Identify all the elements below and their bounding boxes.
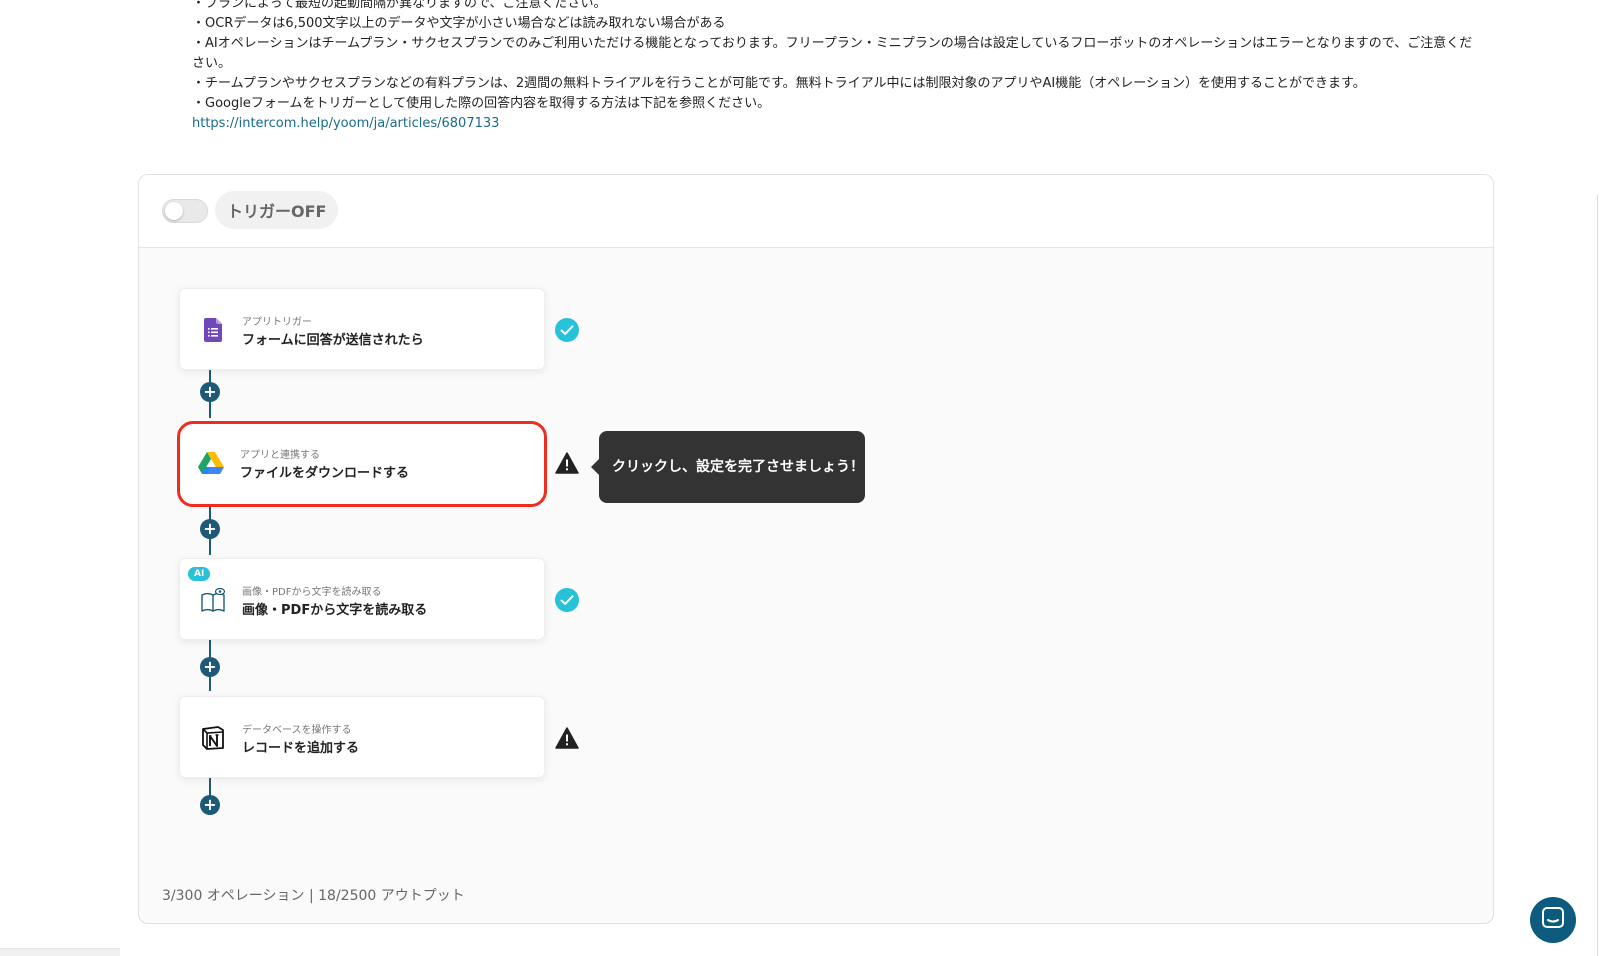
step-category: アプリと連携する: [240, 450, 320, 461]
add-step-button[interactable]: +: [200, 519, 220, 539]
check-icon: [555, 588, 579, 612]
note-line: ・OCRデータは6,500文字以上のデータや文字が小さい場合などは読み取れない場…: [192, 16, 726, 31]
google-forms-icon: [200, 317, 226, 343]
notion-icon: [200, 725, 226, 751]
check-icon: [555, 318, 579, 342]
trigger-status-pill: トリガーOFF: [215, 191, 339, 229]
add-step-button[interactable]: +: [200, 382, 220, 402]
note-line: ・AIオペレーションはチームプラン・サクセスプランでのみご利用いただける機能とな…: [192, 36, 1473, 71]
step-title: フォームに回答が送信されたら: [242, 333, 424, 348]
add-step-button[interactable]: +: [200, 795, 220, 815]
step-title: 画像・PDFから文字を読み取る: [242, 603, 428, 618]
step-category: データベースを操作する: [242, 725, 352, 736]
usage-summary: 3/300 オペレーション | 18/2500 アウトプット: [162, 888, 465, 904]
note-line: ・プランによって最短の起動間隔が異なりますので、ご注意ください。: [192, 0, 607, 11]
google-drive-icon: [198, 450, 224, 476]
note-line: ・チームプランやサクセスプランなどの有料プランは、2週間の無料トライアルを行うこ…: [192, 76, 1366, 91]
bottom-panel-edge: [0, 948, 120, 956]
chat-icon: [1542, 907, 1564, 933]
trigger-toggle[interactable]: [162, 199, 208, 223]
panel-header: トリガーOFF: [139, 175, 1493, 248]
flow-step-download-file[interactable]: アプリと連携する ファイルをダウンロードする: [177, 421, 547, 507]
warning-icon: [555, 727, 579, 751]
step-category: アプリトリガー: [242, 317, 312, 328]
notes-section: ・プランによって最短の起動間隔が異なりますので、ご注意ください。 ・OCRデータ…: [192, 0, 1482, 134]
add-step-button[interactable]: +: [200, 657, 220, 677]
help-link[interactable]: https://intercom.help/yoom/ja/articles/6…: [192, 114, 499, 134]
warning-icon: [555, 452, 579, 476]
ai-badge: AI: [188, 567, 211, 581]
scrollbar-track[interactable]: [1597, 195, 1598, 956]
trigger-status-label: トリガーOFF: [227, 202, 327, 221]
step-category: 画像・PDFから文字を読み取る: [242, 587, 382, 598]
setup-tooltip: クリックし、設定を完了させましょう！: [591, 431, 865, 503]
flowbot-panel: トリガーOFF + + + + アプリトリガー フォームに回答が送信されたら ア…: [138, 174, 1494, 924]
flow-step-ocr[interactable]: AI 画像・PDFから文字を読み取る 画像・PDFから文字を読み取る: [179, 558, 545, 640]
step-title: レコードを追加する: [242, 741, 360, 756]
ocr-book-icon: [200, 587, 226, 613]
flow-step-form-trigger[interactable]: アプリトリガー フォームに回答が送信されたら: [179, 288, 545, 370]
chat-support-button[interactable]: [1530, 897, 1576, 943]
note-line: ・Googleフォームをトリガーとして使用した際の回答内容を取得する方法は下記を…: [192, 96, 771, 111]
step-title: ファイルをダウンロードする: [240, 466, 410, 481]
toggle-knob: [165, 202, 183, 220]
flow-step-add-record[interactable]: データベースを操作する レコードを追加する: [179, 696, 545, 778]
